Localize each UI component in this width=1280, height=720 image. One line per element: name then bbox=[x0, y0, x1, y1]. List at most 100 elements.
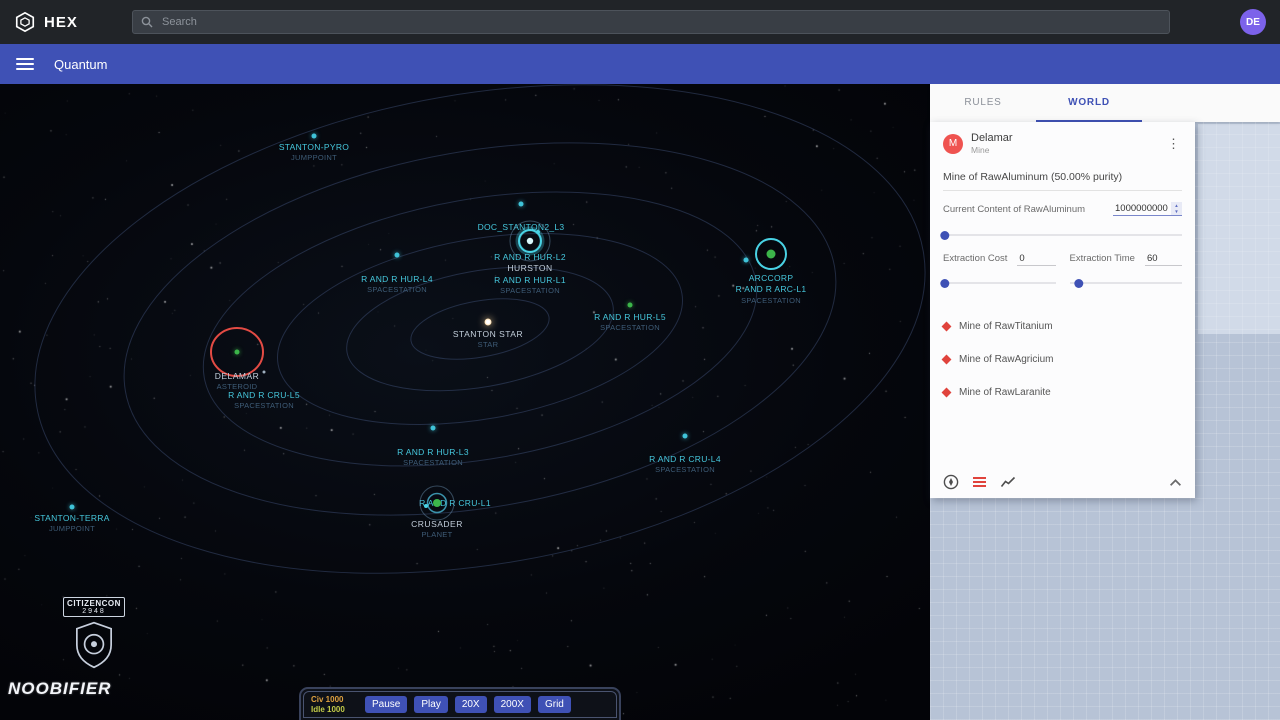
cyan-dot-icon bbox=[682, 433, 688, 439]
search-icon bbox=[141, 16, 153, 28]
cyan-dot-icon bbox=[743, 257, 749, 263]
extraction-time-value[interactable]: 60 bbox=[1144, 253, 1182, 266]
map-label-stanton-star: STANTON STAR STAR bbox=[453, 329, 523, 351]
citizencon-year: 2948 bbox=[82, 608, 106, 615]
map-label-hurston: R AND R HUR-L2 HURSTON R AND R HUR-L1 SPACE… bbox=[494, 252, 566, 297]
map-label-stanton-terra: STANTON-TERRA JUMPPOINT bbox=[34, 513, 109, 535]
map-label-line: R AND R HUR-L5 bbox=[594, 312, 666, 322]
citizencon-shield-icon bbox=[75, 621, 112, 669]
time-buttons: Pause Play 20X 200X Grid bbox=[365, 696, 571, 713]
mine-name-field[interactable]: Mine of RawAluminum (50.00% purity) bbox=[943, 171, 1182, 191]
slider-track bbox=[943, 282, 1056, 284]
mine-label: Mine of RawAgricium bbox=[959, 354, 1054, 365]
time-button-grid[interactable]: Grid bbox=[537, 696, 571, 713]
chart-icon[interactable] bbox=[1000, 474, 1016, 490]
cyan-dot-icon bbox=[311, 133, 317, 139]
map-label-line: SPACESTATION bbox=[234, 401, 294, 411]
map-label-line: SPACESTATION bbox=[500, 286, 560, 296]
content-label: Current Content of RawAluminum bbox=[943, 204, 1086, 215]
content-row: Current Content of RawAluminum ▲▼ bbox=[943, 202, 1182, 216]
entity-subtitle: Mine bbox=[971, 145, 990, 155]
search-bar[interactable] bbox=[132, 10, 1170, 34]
entity-header: M Delamar Mine ⋮ bbox=[943, 132, 1182, 155]
map-label-line: DELAMAR bbox=[214, 371, 260, 381]
citizencon-text: CITIZENCON 2948 bbox=[63, 597, 125, 617]
entity-card: M Delamar Mine ⋮ Mine of RawAluminum (50… bbox=[930, 122, 1195, 498]
extraction-time-label: Extraction Time bbox=[1069, 253, 1135, 264]
time-button-200x[interactable]: 200X bbox=[493, 696, 531, 713]
map-label-line: JUMPPOINT bbox=[290, 153, 338, 163]
extraction-sliders bbox=[940, 278, 1182, 288]
idle-status: Idle 1000 bbox=[311, 704, 345, 714]
map-label-line: SPACESTATION bbox=[741, 295, 801, 305]
mine-list-item[interactable]: Mine of RawLaranite bbox=[941, 376, 1182, 409]
menu-icon[interactable] bbox=[16, 58, 34, 70]
map-label-rr-hur-l5: R AND R HUR-L5 SPACESTATION bbox=[594, 312, 666, 334]
star-map[interactable]: STANTON-PYRO JUMPPOINT DOC_STANTON2_L3 R AN… bbox=[0, 84, 930, 720]
slider-track bbox=[943, 234, 1182, 236]
mine-list-item[interactable]: Mine of RawAgricium bbox=[941, 343, 1182, 376]
cyan-dot-icon bbox=[430, 425, 436, 431]
kebab-menu-icon[interactable]: ⋮ bbox=[1165, 136, 1182, 152]
map-label-line: R AND R HUR-L4 bbox=[361, 274, 433, 284]
map-markers: STANTON-PYRO JUMPPOINT DOC_STANTON2_L3 R AN… bbox=[0, 84, 930, 720]
tab-bar: RULES WORLD bbox=[930, 84, 1280, 122]
top-bar: HEX DE bbox=[0, 0, 1280, 44]
map-label-rr-hur-l4: R AND R HUR-L4 SPACESTATION bbox=[361, 274, 433, 296]
mine-icon bbox=[941, 387, 952, 398]
brand: HEX bbox=[14, 11, 132, 33]
small-dot-icon bbox=[262, 370, 266, 374]
sim-status: Civ 1000 Idle 1000 bbox=[311, 695, 357, 713]
right-panel: RULES WORLD M Delamar Mine ⋮ Mine of RawA… bbox=[930, 84, 1280, 720]
page-title: Quantum bbox=[54, 56, 108, 72]
tab-world[interactable]: WORLD bbox=[1036, 84, 1142, 122]
map-label-line: JUMPPOINT bbox=[48, 524, 96, 534]
mine-list-item[interactable]: Mine of RawTitanium bbox=[941, 310, 1182, 343]
map-label-rr-cru-l4: R AND R CRU-L4 SPACESTATION bbox=[649, 454, 721, 476]
map-label-line: PLANET bbox=[421, 530, 453, 540]
compass-icon[interactable] bbox=[943, 474, 959, 490]
map-label-stanton-pyro: STANTON-PYRO JUMPPOINT bbox=[279, 142, 349, 164]
map-label-line: HURSTON bbox=[507, 263, 553, 274]
extraction-cost-value[interactable]: 0 bbox=[1017, 253, 1056, 266]
noobifier-logo: NOOBIFIER bbox=[8, 679, 112, 698]
green-dot-icon bbox=[234, 349, 240, 355]
slider-thumb[interactable] bbox=[940, 278, 950, 288]
mine-list: Mine of RawTitanium Mine of RawAgricium Mi… bbox=[941, 310, 1182, 409]
search-input[interactable] bbox=[160, 15, 1161, 29]
content-input[interactable] bbox=[1113, 202, 1171, 215]
mine-label: Mine of RawTitanium bbox=[959, 321, 1053, 332]
mine-filter-icon[interactable] bbox=[973, 477, 986, 487]
map-label-rr-hur-l3: R AND R HUR-L3 SPACESTATION bbox=[397, 447, 469, 469]
green-dot-icon bbox=[627, 302, 633, 308]
mine-label: Mine of RawLaranite bbox=[959, 387, 1051, 398]
map-label-line: STAR bbox=[477, 340, 499, 350]
mine-icon bbox=[941, 321, 952, 332]
map-label-line: R AND R CRU-L4 bbox=[649, 454, 721, 464]
entity-titles: Delamar Mine bbox=[971, 132, 1013, 155]
map-label-rr-cru-l5: R AND R CRU-L5 SPACESTATION bbox=[228, 390, 300, 412]
map-label-arccorp: ARCCORP R AND R ARC-L1 SPACESTATION bbox=[736, 273, 807, 306]
map-label-line: R AND R HUR-L3 bbox=[397, 447, 469, 457]
cyan-dot-icon bbox=[69, 504, 75, 510]
map-label-line: STANTON STAR bbox=[452, 329, 524, 339]
map-label-line: STANTON-TERRA bbox=[34, 513, 110, 523]
app-bar: Quantum bbox=[0, 44, 1280, 84]
map-label-line: ARCCORP bbox=[748, 273, 794, 283]
tab-rules[interactable]: RULES bbox=[930, 84, 1036, 122]
civ-status: Civ 1000 bbox=[311, 695, 344, 705]
time-button-pause[interactable]: Pause bbox=[365, 696, 408, 713]
mine-icon bbox=[941, 354, 952, 365]
time-button-20x[interactable]: 20X bbox=[454, 696, 487, 713]
map-label-line: SPACESTATION bbox=[403, 458, 463, 468]
citizencon-badge: CITIZENCON 2948 bbox=[62, 597, 126, 674]
entity-avatar: M bbox=[943, 133, 963, 154]
content-slider bbox=[940, 230, 1182, 240]
slider-thumb[interactable] bbox=[940, 230, 950, 240]
slider-thumb[interactable] bbox=[1074, 278, 1084, 288]
number-spinner[interactable]: ▲ ▼ bbox=[1171, 202, 1182, 215]
collapse-icon[interactable] bbox=[1169, 478, 1182, 487]
user-avatar[interactable]: DE bbox=[1240, 9, 1266, 35]
map-label-line: STANTON-PYRO bbox=[278, 142, 350, 152]
time-button-play[interactable]: Play bbox=[414, 696, 448, 713]
